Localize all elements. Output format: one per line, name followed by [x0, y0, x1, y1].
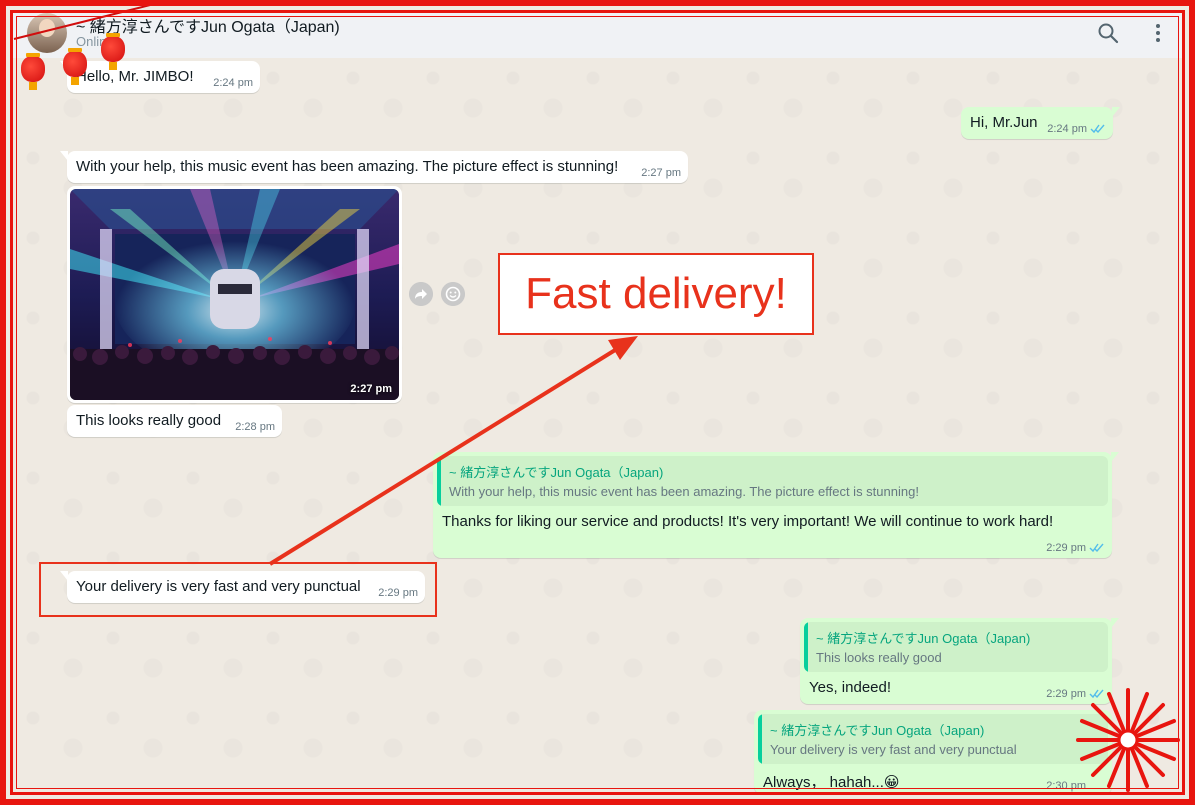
quote-author: ~ 緒方淳さんですJun Ogata（Japan): [816, 631, 1031, 646]
quote-author: ~ 緒方淳さんですJun Ogata（Japan): [449, 465, 664, 480]
message-text: Hello, Mr. JIMBO!: [76, 68, 194, 85]
highlight-box: [39, 562, 437, 617]
lantern-icon: [63, 48, 87, 85]
message-time: 2:24 pm: [213, 77, 253, 89]
concert-photo[interactable]: [70, 189, 399, 400]
lantern-icon: [101, 33, 125, 70]
message-outgoing-reply[interactable]: ~ 緒方淳さんですJun Ogata（Japan) Your delivery …: [754, 710, 1112, 794]
message-text: Thanks for liking our service and produc…: [442, 513, 1054, 530]
message-outgoing[interactable]: Hi, Mr.Jun 2:24 pm: [961, 107, 1120, 139]
message-time: 2:27 pm: [641, 167, 681, 179]
image-message[interactable]: 2:27 pm: [67, 186, 402, 403]
emoji-icon[interactable]: [441, 282, 465, 306]
quote-author: ~ 緒方淳さんですJun Ogata（Japan): [770, 723, 985, 738]
callout-box: Fast delivery!: [498, 253, 814, 335]
image-time: 2:27 pm: [350, 383, 392, 395]
quote-text: This looks really good: [816, 650, 942, 665]
message-outgoing-reply[interactable]: ~ 緒方淳さんですJun Ogata（Japan) This looks rea…: [800, 618, 1119, 704]
lantern-icon: [21, 53, 45, 90]
callout-text: Fast delivery!: [525, 269, 787, 318]
message-text: With your help, this music event has bee…: [76, 158, 619, 175]
message-time: 2:24 pm: [1047, 123, 1087, 135]
firework-decoration-icon: [1076, 688, 1180, 792]
message-outgoing-reply[interactable]: ~ 緒方淳さんですJun Ogata（Japan) With your help…: [433, 452, 1119, 558]
quoted-message[interactable]: ~ 緒方淳さんですJun Ogata（Japan) With your help…: [437, 456, 1108, 506]
quoted-message[interactable]: ~ 緒方淳さんですJun Ogata（Japan) Your delivery …: [758, 714, 1108, 764]
forward-icon[interactable]: [409, 282, 433, 306]
message-time: 2:29 pm: [1046, 542, 1086, 554]
chat-header: ~ 緒方淳さんですJun Ogata（Japan) Online: [13, 13, 1182, 58]
search-icon[interactable]: [1096, 21, 1120, 45]
double-check-icon: [1089, 543, 1104, 553]
menu-dots-icon[interactable]: [1146, 21, 1170, 45]
message-text: Yes, indeed!: [809, 679, 892, 696]
quoted-message[interactable]: ~ 緒方淳さんですJun Ogata（Japan) This looks rea…: [804, 622, 1108, 672]
message-incoming[interactable]: With your help, this music event has bee…: [60, 151, 688, 183]
double-check-icon: [1090, 124, 1105, 134]
quote-text: Your delivery is very fast and very punc…: [770, 742, 1017, 757]
message-text: This looks really good: [76, 412, 222, 429]
message-incoming[interactable]: This looks really good 2:28 pm: [67, 405, 282, 437]
message-time: 2:28 pm: [235, 421, 275, 433]
quote-text: With your help, this music event has bee…: [449, 484, 919, 499]
message-incoming[interactable]: Hello, Mr. JIMBO! 2:24 pm: [60, 61, 260, 93]
message-text: Always， hahah...😀: [763, 774, 900, 791]
message-text: Hi, Mr.Jun: [970, 114, 1038, 131]
